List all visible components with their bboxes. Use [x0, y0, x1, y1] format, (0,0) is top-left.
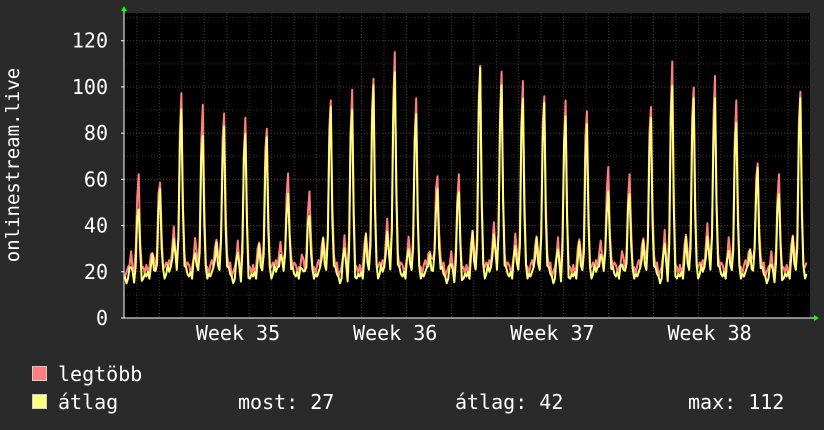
y-axis-arrow-icon	[121, 6, 127, 11]
y-tick-label: 80	[84, 121, 108, 145]
legend-swatch-max	[32, 366, 47, 381]
y-tick-label: 40	[84, 214, 108, 238]
y-tick-label: 100	[72, 75, 108, 99]
legend-item-avg: átlag	[32, 390, 118, 414]
legend-label-max: legtöbb	[58, 362, 143, 386]
y-tick-label: 60	[84, 167, 108, 191]
y-tick-label: 20	[84, 260, 108, 284]
y-tick-label: 0	[96, 306, 108, 330]
x-tick-labels: Week 35 Week 36 Week 37 Week 38	[196, 321, 752, 345]
stat-maximum: max: 112	[688, 390, 785, 414]
traffic-chart: 020406080100120 Week 35 Week 36 Week 37 Wee…	[2, 6, 819, 345]
legend-label-avg: átlag	[58, 390, 119, 414]
legend-swatch-avg	[32, 394, 47, 409]
x-tick-label: Week 35	[196, 321, 280, 345]
x-axis-arrow-icon	[814, 315, 819, 321]
y-tick-labels: 0 20 40 60 80 100 120	[72, 29, 108, 330]
x-tick-label: Week 38	[667, 321, 751, 345]
y-tick-label: 120	[72, 29, 108, 53]
x-tick-label: Week 37	[510, 321, 594, 345]
stat-average: átlag: 42	[455, 390, 564, 414]
legend-item-max: legtöbb	[32, 362, 142, 386]
x-tick-label: Week 36	[353, 321, 437, 345]
stat-current: most: 27	[238, 390, 335, 414]
y-axis-label: onlinestream.live	[2, 68, 24, 262]
